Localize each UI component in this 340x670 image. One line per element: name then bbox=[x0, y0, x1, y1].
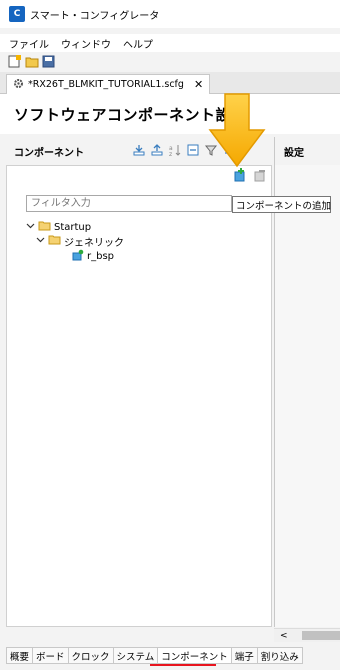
scroll-left-arrow[interactable]: < bbox=[280, 631, 288, 641]
menu-bar: ファイル ウィンドウ ヘルプ bbox=[0, 34, 340, 52]
settings-panel-header: 設定 bbox=[274, 137, 340, 165]
menu-help[interactable]: ヘルプ bbox=[123, 36, 153, 51]
horizontal-scrollbar[interactable]: < bbox=[274, 628, 340, 642]
save-icon[interactable] bbox=[42, 55, 56, 68]
tab-clock[interactable]: クロック bbox=[68, 647, 114, 664]
scroll-thumb[interactable] bbox=[301, 631, 340, 640]
app-icon: C bbox=[9, 6, 25, 22]
add-component-tooltip: コンポーネントの追加 bbox=[232, 196, 331, 213]
tree-item-generic[interactable]: ジェネリック bbox=[36, 234, 124, 249]
gear-icon bbox=[13, 78, 24, 92]
main-toolbar bbox=[0, 52, 340, 70]
tab-board[interactable]: ボード bbox=[33, 647, 69, 664]
page-header: ソフトウェアコンポーネント設定 bbox=[0, 94, 340, 134]
collapse-all-icon[interactable] bbox=[186, 143, 200, 157]
tab-system[interactable]: システム bbox=[113, 647, 159, 664]
tab-overview[interactable]: 概要 bbox=[6, 647, 34, 664]
tree-item-r-bsp[interactable]: r_bsp bbox=[72, 249, 114, 263]
tab-components[interactable]: コンポーネント bbox=[158, 647, 232, 664]
arrow-down-icon bbox=[208, 92, 266, 173]
chevron-down-icon[interactable] bbox=[26, 221, 35, 233]
editor-tab-bar: *RX26T_BLMKIT_TUTORIAL1.scfg ✕ bbox=[0, 72, 340, 94]
open-folder-icon[interactable] bbox=[25, 55, 39, 68]
new-file-icon[interactable] bbox=[8, 54, 22, 68]
folder-icon bbox=[48, 234, 61, 248]
settings-panel-title: 設定 bbox=[284, 147, 304, 159]
editor-tab[interactable]: *RX26T_BLMKIT_TUTORIAL1.scfg ✕ bbox=[6, 74, 211, 94]
import-icon[interactable] bbox=[132, 143, 146, 157]
tree-item-label: ジェネリック bbox=[64, 237, 124, 249]
editor-tab-label: *RX26T_BLMKIT_TUTORIAL1.scfg bbox=[28, 79, 184, 90]
component-icon bbox=[72, 249, 84, 264]
active-tab-underline bbox=[150, 664, 216, 666]
tab-pins[interactable]: 端子 bbox=[231, 647, 258, 664]
export-icon[interactable] bbox=[150, 143, 164, 157]
title-bar: C スマート・コンフィグレータ bbox=[0, 0, 340, 28]
menu-window[interactable]: ウィンドウ bbox=[61, 36, 111, 51]
tree-item-label: r_bsp bbox=[87, 250, 115, 262]
settings-panel bbox=[274, 165, 340, 627]
folder-icon bbox=[38, 220, 51, 234]
chevron-down-icon[interactable] bbox=[36, 235, 45, 247]
components-panel-title: コンポーネント bbox=[14, 147, 84, 159]
tab-interrupts[interactable]: 割り込み bbox=[257, 647, 303, 664]
filter-input[interactable] bbox=[26, 195, 232, 212]
svg-text:z: z bbox=[169, 151, 172, 157]
tree-item-startup[interactable]: Startup bbox=[26, 220, 91, 234]
sort-icon[interactable]: az bbox=[168, 143, 182, 158]
bottom-tab-bar: 概要 ボード クロック システム コンポーネント 端子 割り込み bbox=[6, 647, 303, 664]
tree-item-label: Startup bbox=[54, 221, 92, 233]
menu-file[interactable]: ファイル bbox=[9, 36, 49, 51]
close-icon[interactable]: ✕ bbox=[194, 78, 203, 91]
window-title: スマート・コンフィグレータ bbox=[30, 10, 160, 22]
